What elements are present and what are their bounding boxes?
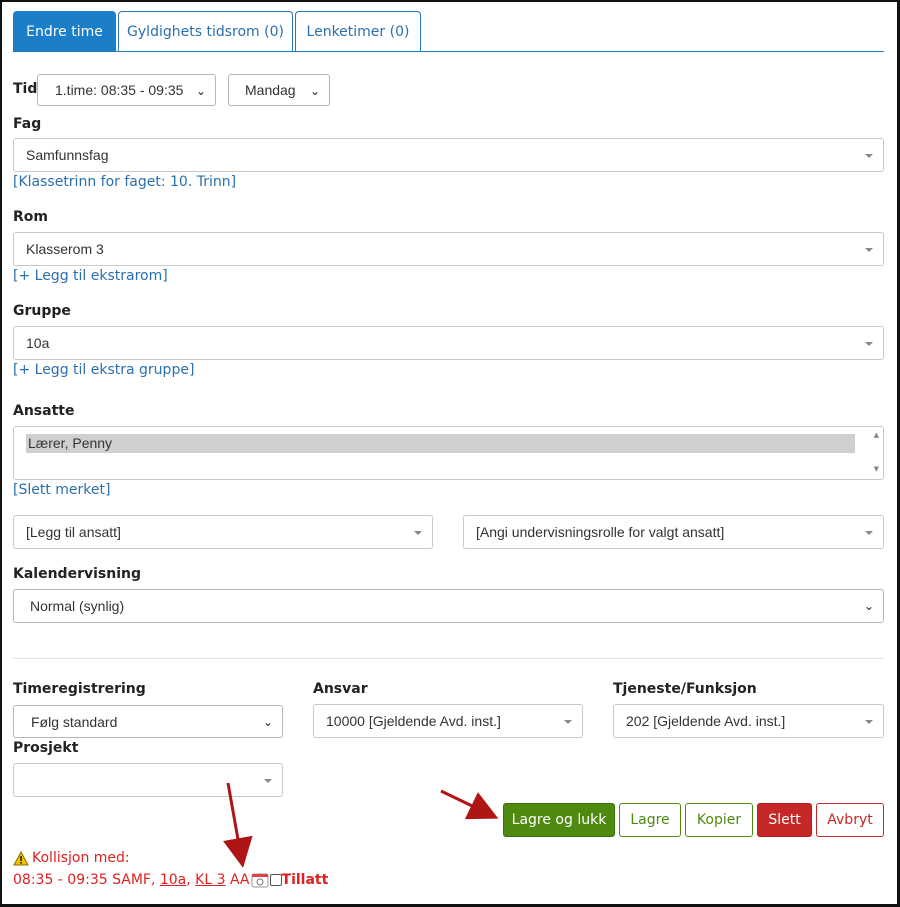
tjeneste-label: Tjeneste/Funksjon xyxy=(613,681,757,697)
collision-code: AA xyxy=(229,872,250,888)
fag-select-value: Samfunnsfag xyxy=(26,147,109,163)
ansatte-list-item[interactable]: Lærer, Penny xyxy=(26,434,855,453)
chevron-down-icon: ⌄ xyxy=(863,599,874,613)
warning-triangle-icon xyxy=(13,850,29,865)
time-select-value: 1.time: 08:35 - 09:35 xyxy=(55,82,184,98)
caret-down-icon xyxy=(264,779,272,783)
save-and-close-button[interactable]: Lagre og lukk xyxy=(503,803,615,837)
collision-room-link[interactable]: KL 3 xyxy=(195,872,225,888)
tab-gyldighets-tidsrom[interactable]: Gyldighets tidsrom (0) xyxy=(118,11,293,52)
gruppe-label: Gruppe xyxy=(13,303,71,319)
rom-select[interactable]: Klasserom 3 xyxy=(13,232,884,266)
prosjekt-select[interactable] xyxy=(13,763,283,797)
add-extra-room-link[interactable]: [+ Legg til ekstrarom] xyxy=(13,268,168,284)
collision-heading: Kollisjon med: xyxy=(32,850,130,866)
gruppe-select-value: 10a xyxy=(26,335,50,351)
gruppe-select[interactable]: 10a xyxy=(13,326,884,360)
chevron-down-icon: ⌄ xyxy=(262,715,273,729)
add-employee-placeholder: [Legg til ansatt] xyxy=(26,524,121,540)
timeregistrering-label: Timeregistrering xyxy=(13,681,146,697)
fag-select[interactable]: Samfunnsfag xyxy=(13,138,884,172)
kalendervisning-select[interactable]: Normal (synlig) ⌄ xyxy=(13,589,884,623)
ansvar-select[interactable]: 10000 [Gjeldende Avd. inst.] xyxy=(313,704,583,738)
tab-lenketimer[interactable]: Lenketimer (0) xyxy=(295,11,421,52)
save-button[interactable]: Lagre xyxy=(619,803,681,837)
timeregistrering-select[interactable]: Følg standard ⌄ xyxy=(13,705,283,738)
kalendervisning-label: Kalendervisning xyxy=(13,566,141,582)
kalendervisning-value: Normal (synlig) xyxy=(30,598,125,614)
ansvar-value: 10000 [Gjeldende Avd. inst.] xyxy=(326,713,501,729)
tjeneste-select[interactable]: 202 [Gjeldende Avd. inst.] xyxy=(613,704,884,738)
collision-warning: Kollisjon med: xyxy=(13,850,130,866)
day-select-value: Mandag xyxy=(245,82,296,98)
rom-label: Rom xyxy=(13,209,48,225)
add-extra-group-link[interactable]: [+ Legg til ekstra gruppe] xyxy=(13,362,194,378)
tab-endre-time[interactable]: Endre time xyxy=(13,11,116,52)
ansvar-label: Ansvar xyxy=(313,681,368,697)
scroll-up-icon[interactable]: ▲ xyxy=(874,431,879,439)
caret-down-icon xyxy=(865,154,873,158)
tab-divider xyxy=(13,51,884,52)
fag-label: Fag xyxy=(13,116,42,132)
caret-down-icon xyxy=(865,248,873,252)
delete-button[interactable]: Slett xyxy=(757,803,812,837)
teaching-role-select[interactable]: [Angi undervisningsrolle for valgt ansat… xyxy=(463,515,884,549)
prosjekt-label: Prosjekt xyxy=(13,740,79,756)
cancel-button[interactable]: Avbryt xyxy=(816,803,884,837)
rom-select-value: Klasserom 3 xyxy=(26,241,104,257)
copy-button[interactable]: Kopier xyxy=(685,803,753,837)
chevron-down-icon: ⌄ xyxy=(195,84,206,98)
caret-down-icon xyxy=(865,720,873,724)
chevron-down-icon: ⌄ xyxy=(309,84,320,98)
caret-down-icon xyxy=(865,531,873,535)
caret-down-icon xyxy=(414,531,422,535)
scroll-down-icon[interactable]: ▼ xyxy=(874,465,879,473)
allow-collision-checkbox[interactable] xyxy=(269,874,282,886)
time-select[interactable]: 1.time: 08:35 - 09:35 ⌄ xyxy=(37,74,216,106)
klassetrinn-link[interactable]: [Klassetrinn for faget: 10. Trinn] xyxy=(13,174,236,190)
collision-group-link[interactable]: 10a xyxy=(160,872,186,888)
add-employee-select[interactable]: [Legg til ansatt] xyxy=(13,515,433,549)
teaching-role-placeholder: [Angi undervisningsrolle for valgt ansat… xyxy=(476,524,725,540)
collision-details: 08:35 - 09:35 SAMF, 10a, KL 3 AA Tillatt xyxy=(13,872,329,888)
section-divider xyxy=(13,658,884,659)
ansatte-label: Ansatte xyxy=(13,403,75,419)
day-select[interactable]: Mandag ⌄ xyxy=(228,74,330,106)
delete-selected-link[interactable]: [Slett merket] xyxy=(13,482,110,498)
ansatte-listbox[interactable]: Lærer, Penny ▲ ▼ xyxy=(13,426,884,480)
caret-down-icon xyxy=(564,720,572,724)
tid-label: Tid xyxy=(13,81,38,97)
collision-time: 08:35 - 09:35 SAMF, xyxy=(13,872,156,888)
timeregistrering-value: Følg standard xyxy=(31,713,118,730)
allow-collision-label: Tillatt xyxy=(281,872,329,888)
caret-down-icon xyxy=(865,342,873,346)
tjeneste-value: 202 [Gjeldende Avd. inst.] xyxy=(626,713,786,729)
calendar-icon[interactable] xyxy=(251,872,269,888)
